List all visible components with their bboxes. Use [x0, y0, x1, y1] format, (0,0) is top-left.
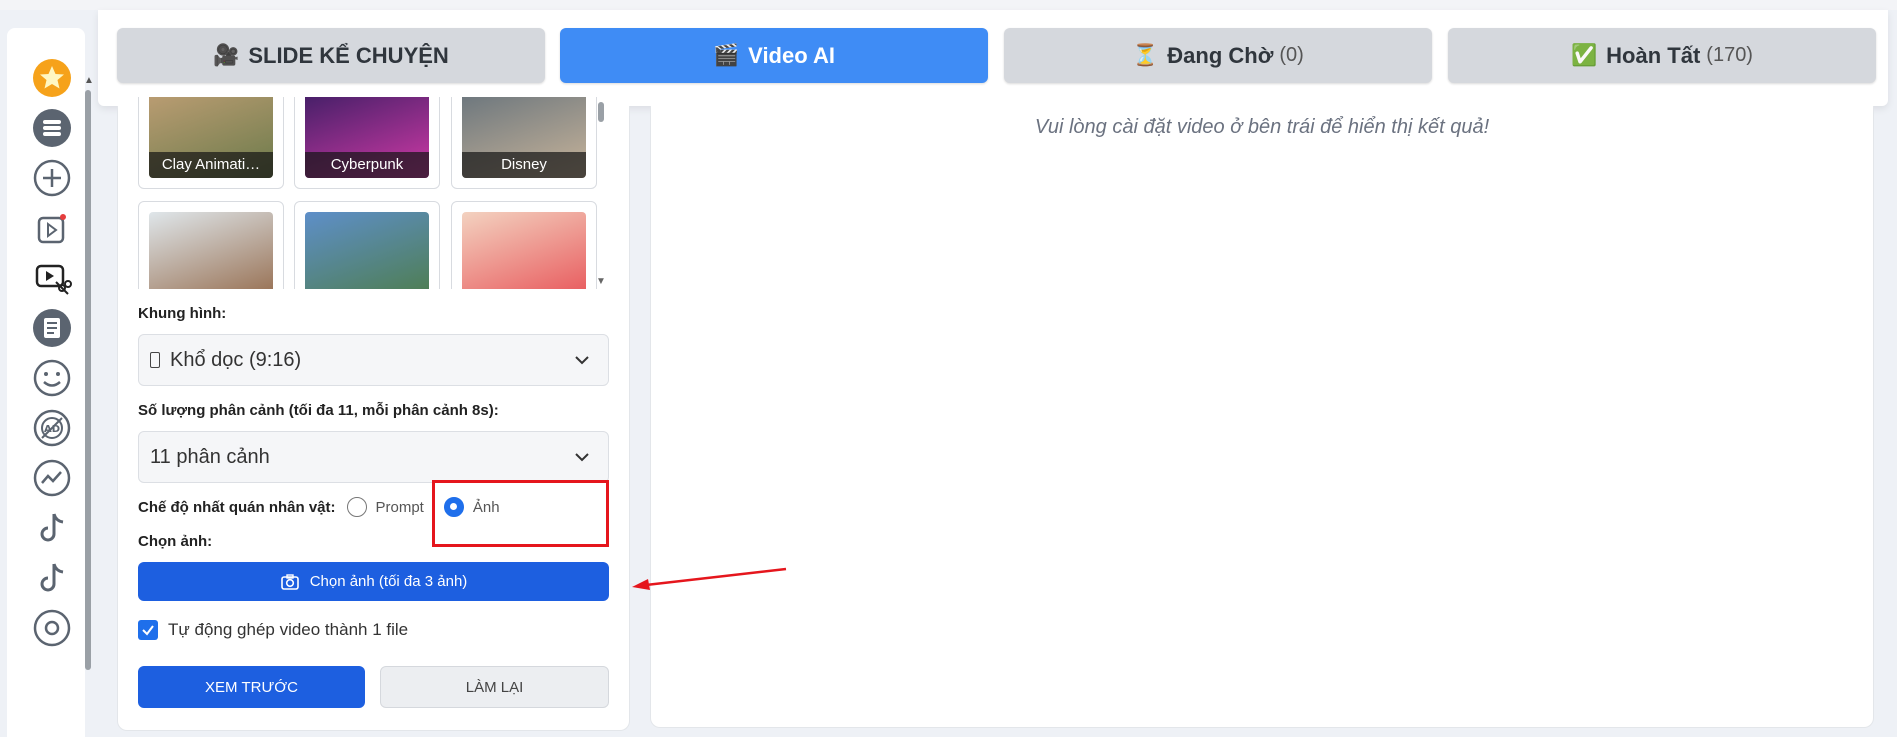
tab-count: (170) [1706, 44, 1753, 66]
plus-circle-icon[interactable] [28, 154, 76, 202]
style-card[interactable]: Cyberpunk [294, 97, 440, 189]
auto-merge-label: Tự động ghép video thành 1 file [168, 620, 409, 639]
style-grid-scrollbar[interactable]: ▼ [596, 102, 606, 288]
tab-completed[interactable]: ✅ Hoàn Tất (170) [1448, 28, 1876, 83]
clapper-icon: 🎬 [713, 43, 740, 67]
star-icon[interactable] [28, 54, 76, 102]
tab-pending[interactable]: ⏳ Đang Chờ (0) [1004, 28, 1432, 83]
style-thumbnail [149, 212, 273, 289]
phone-icon [150, 352, 160, 368]
scenes-label: Số lượng phân cảnh (tối đa 11, mỗi phân … [138, 402, 499, 419]
radio-prompt[interactable] [346, 497, 367, 517]
style-caption: Clay Animati… [149, 152, 273, 178]
auto-merge-checkbox[interactable] [138, 620, 158, 640]
style-card[interactable] [294, 201, 440, 289]
style-thumbnail: Disney [462, 97, 586, 178]
style-grid: Clay Animati… Cyberpunk Disney [138, 97, 610, 289]
annotation-highlight-box [432, 480, 609, 547]
result-message: Vui lòng cài đặt video ở bên trái để hiể… [1034, 116, 1490, 138]
document-icon[interactable] [28, 304, 76, 352]
ad-block-icon[interactable]: AD [28, 404, 76, 452]
scenes-value: 11 phân cảnh [150, 445, 270, 468]
check-icon: ✅ [1571, 43, 1598, 67]
frame-label: Khung hình: [138, 305, 227, 322]
left-sidebar: AD ▲ [7, 28, 94, 737]
at-icon[interactable] [28, 604, 76, 652]
tab-label: SLIDE KỂ CHUYỆN [248, 42, 449, 68]
auto-merge-row: Tự động ghép video thành 1 file [138, 620, 408, 640]
choose-image-label: Chọn ảnh: [138, 533, 213, 550]
style-thumbnail [305, 212, 429, 289]
sidebar-scrollbar[interactable]: ▲ [84, 76, 94, 676]
frame-select[interactable]: Khổ dọc (9:16) [138, 334, 609, 386]
tab-label: Đang Chờ [1167, 42, 1274, 68]
consistency-label: Chế độ nhất quán nhân vật: [138, 498, 336, 516]
preview-button[interactable]: XEM TRƯỚC [138, 666, 365, 708]
camera-icon [280, 573, 299, 590]
style-card[interactable]: Clay Animati… [138, 97, 284, 189]
smiley-icon[interactable] [28, 354, 76, 402]
style-thumbnail [462, 212, 586, 289]
radio-prompt-label: Prompt [375, 498, 424, 516]
scenes-select[interactable]: 11 phân cảnh [138, 431, 609, 483]
video-cut-icon[interactable] [28, 254, 76, 302]
tab-bar: 🎥 SLIDE KỂ CHUYỆN 🎬 Video AI ⏳ Đang Chờ … [98, 10, 1888, 106]
style-caption: Cyberpunk [305, 152, 429, 178]
tiktok-icon[interactable] [28, 554, 76, 602]
checkmark-icon [142, 625, 154, 636]
video-sparkle-icon[interactable] [28, 204, 76, 252]
style-thumbnail: Clay Animati… [149, 97, 273, 178]
tab-video-ai[interactable]: 🎬 Video AI [560, 28, 988, 83]
style-card[interactable]: Disney [451, 97, 597, 189]
reset-button[interactable]: LÀM LẠI [380, 666, 609, 708]
tab-label: Video AI [748, 42, 835, 68]
camera-icon: 🎥 [213, 43, 240, 67]
style-caption: Disney [462, 152, 586, 178]
top-stripe [0, 0, 1897, 10]
choose-image-button[interactable]: Chọn ảnh (tối đa 3 ảnh) [138, 562, 609, 601]
trend-icon[interactable] [28, 454, 76, 502]
hourglass-icon: ⏳ [1132, 43, 1159, 67]
tab-count: (0) [1279, 44, 1304, 66]
tiktok-icon[interactable] [28, 504, 76, 552]
result-panel: Vui lòng cài đặt video ở bên trái để hiể… [650, 106, 1874, 728]
style-card[interactable] [138, 201, 284, 289]
choose-image-button-label: Chọn ảnh (tối đa 3 ảnh) [309, 573, 468, 590]
tab-label: Hoàn Tất [1606, 42, 1701, 68]
chevron-down-icon [575, 356, 589, 365]
style-card[interactable] [451, 201, 597, 289]
chevron-down-icon [575, 453, 589, 462]
stack-icon[interactable] [28, 104, 76, 152]
frame-value: Khổ dọc (9:16) [170, 348, 302, 371]
style-thumbnail: Cyberpunk [305, 97, 429, 178]
annotation-arrow [632, 567, 787, 590]
tab-slide-story[interactable]: 🎥 SLIDE KỂ CHUYỆN [117, 28, 545, 83]
